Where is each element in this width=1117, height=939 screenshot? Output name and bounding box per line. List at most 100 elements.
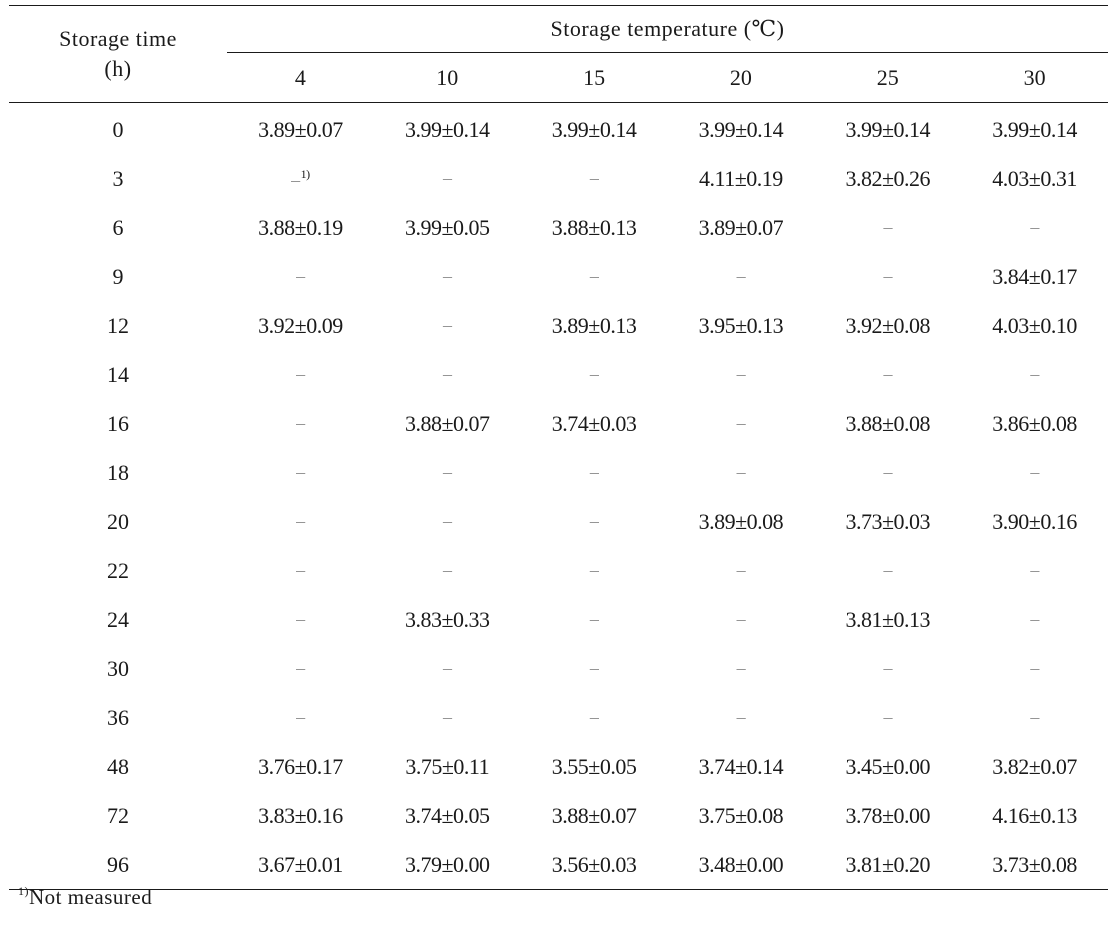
value-cell: 3.95±0.13: [698, 312, 784, 338]
not-measured-cell: –: [442, 168, 452, 188]
footnote-marker: 1): [18, 884, 29, 898]
not-measured-cell: –: [442, 266, 452, 286]
temperature-column-header: 30: [1023, 64, 1046, 90]
not-measured-cell: –: [589, 364, 599, 384]
value-cell: 3.48±0.00: [698, 851, 784, 877]
table-header: Storage time (h) Storage temperature (℃)…: [9, 5, 1108, 103]
value-cell: 3.74±0.03: [551, 410, 637, 436]
not-measured-cell: –: [589, 168, 599, 188]
storage-time-cell: 96: [107, 851, 129, 877]
storage-temperature-header: Storage temperature (℃): [227, 5, 1108, 54]
not-measured-cell: –: [442, 315, 452, 335]
value-cell: 3.79±0.00: [404, 851, 490, 877]
value-cell: 3.83±0.16: [258, 802, 343, 828]
not-measured-cell: –: [736, 364, 746, 384]
value-cell: 4.16±0.13: [992, 802, 1077, 828]
value-cell: 3.73±0.08: [992, 851, 1077, 877]
value-cell: 3.73±0.03: [845, 508, 931, 534]
not-measured-cell: –: [589, 511, 599, 531]
table-row: 36 – – – – – –: [9, 693, 1108, 742]
table-row: 6 3.88±0.19 3.99±0.05 3.88±0.13 3.89±0.07 – –: [9, 203, 1108, 252]
value-cell: 3.55±0.05: [551, 753, 637, 779]
temperature-column-header: 25: [876, 64, 899, 90]
value-cell: 4.03±0.31: [992, 165, 1077, 191]
not-measured-cell: –: [296, 511, 305, 531]
not-measured-cell: –: [589, 462, 599, 482]
value-cell: 3.99±0.14: [551, 116, 637, 142]
value-cell: 3.82±0.07: [992, 753, 1077, 779]
value-cell: 3.92±0.08: [845, 312, 931, 338]
temperature-column-header: 4: [294, 64, 306, 90]
not-measured-cell: –: [296, 364, 305, 384]
not-measured-cell: –: [442, 462, 452, 482]
not-measured-cell: –: [296, 462, 305, 482]
table-row: 30 – – – – – –: [9, 644, 1108, 693]
not-measured-cell: –: [736, 658, 746, 678]
not-measured-cell: –: [883, 266, 892, 286]
not-measured-cell: –: [589, 707, 599, 727]
not-measured-cell: –: [736, 462, 746, 482]
table-row: 72 3.83±0.16 3.74±0.05 3.88±0.07 3.75±0.08 3.…: [9, 791, 1108, 840]
not-measured-cell: –: [296, 609, 305, 629]
table-row: 20 – – – 3.89±0.08 3.73±0.03 3.90±0.16: [9, 497, 1108, 546]
table-row: 14 – – – – – –: [9, 350, 1108, 399]
not-measured-cell: –: [442, 560, 452, 580]
not-measured-cell: –: [296, 266, 305, 286]
not-measured-cell: –: [589, 266, 599, 286]
not-measured-cell: –: [883, 364, 892, 384]
not-measured-cell: –: [589, 560, 599, 580]
footnote-text: Not measured: [29, 885, 153, 909]
value-cell: 3.99±0.14: [845, 116, 931, 142]
value-cell: 3.92±0.09: [258, 312, 343, 338]
storage-time-cell: 22: [107, 557, 129, 583]
value-cell: 3.88±0.08: [845, 410, 931, 436]
not-measured-cell: –: [736, 413, 746, 433]
table-row: 96 3.67±0.01 3.79±0.00 3.56±0.03 3.48±0.00 3.…: [9, 840, 1108, 890]
storage-time-cell: 24: [107, 606, 129, 632]
storage-time-unit: (h): [104, 56, 132, 81]
value-cell: 3.74±0.14: [698, 753, 784, 779]
not-measured-cell: –: [736, 560, 746, 580]
not-measured-cell: –: [296, 658, 305, 678]
not-measured-cell: –: [883, 560, 892, 580]
not-measured-cell: –: [442, 658, 452, 678]
storage-time-cell: 9: [112, 263, 124, 289]
value-cell: 3.90±0.16: [992, 508, 1077, 534]
storage-time-header: Storage time (h): [9, 5, 227, 103]
value-cell: 3.45±0.00: [845, 753, 931, 779]
not-measured-cell: –: [1030, 560, 1039, 580]
not-measured-cell: –: [883, 707, 892, 727]
value-cell: 3.81±0.13: [845, 606, 931, 632]
data-table-container: Storage time (h) Storage temperature (℃)…: [9, 5, 1108, 890]
storage-time-cell: 16: [107, 410, 129, 436]
value-cell: 3.89±0.07: [258, 116, 343, 142]
not-measured-cell: –: [589, 658, 599, 678]
not-measured-cell: –: [296, 707, 305, 727]
not-measured-cell: –: [883, 217, 892, 237]
temperature-column-header: 20: [729, 64, 752, 90]
value-cell: 3.78±0.00: [845, 802, 931, 828]
storage-time-cell: 12: [107, 312, 129, 338]
table-row: 3 –1) – –4.11±0.19 3.82±0.26 4.03±0.31: [9, 154, 1108, 203]
table-row: 18 – – – – – –: [9, 448, 1108, 497]
storage-time-cell: 72: [107, 802, 129, 828]
value-cell: 3.75±0.08: [698, 802, 784, 828]
not-measured-cell: –: [736, 266, 746, 286]
storage-time-cell: 36: [107, 704, 129, 730]
storage-time-cell: 6: [112, 214, 124, 240]
value-cell: 3.99±0.14: [992, 116, 1077, 142]
storage-time-cell: 14: [107, 361, 129, 387]
value-cell: 3.99±0.05: [404, 214, 490, 240]
value-cell: 3.88±0.13: [551, 214, 637, 240]
value-cell: 3.56±0.03: [551, 851, 637, 877]
not-measured-cell: –: [883, 462, 892, 482]
value-cell: 3.81±0.20: [845, 851, 931, 877]
not-measured-cell: –: [1030, 658, 1039, 678]
value-cell: 3.99±0.14: [404, 116, 490, 142]
value-cell: 3.89±0.13: [551, 312, 637, 338]
value-cell: 3.86±0.08: [992, 410, 1077, 436]
value-cell: 3.75±0.11: [405, 753, 490, 779]
storage-time-cell: 48: [107, 753, 129, 779]
storage-time-label: Storage time: [59, 26, 177, 51]
not-measured-cell: –: [296, 413, 305, 433]
